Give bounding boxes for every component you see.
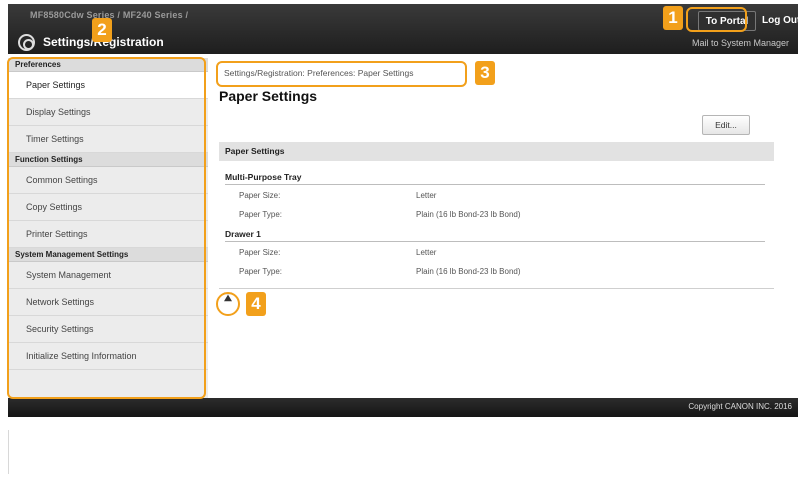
group-title-multi-purpose-tray: Multi-Purpose Tray	[225, 172, 302, 182]
content-divider	[219, 288, 774, 289]
paper-type-value: Plain (16 lb Bond-23 lb Bond)	[416, 267, 521, 276]
group-divider	[225, 241, 765, 242]
paper-size-value: Letter	[416, 248, 437, 257]
mail-to-system-manager-link[interactable]: Mail to System Manager	[692, 38, 789, 48]
group-title-drawer-1: Drawer 1	[225, 229, 261, 239]
copyright-text: Copyright CANON INC. 2016	[688, 402, 792, 411]
app-title-row: Settings/Registration	[18, 32, 164, 52]
callout-highlight-to-portal	[686, 7, 747, 32]
paper-size-label: Paper Size:	[239, 191, 281, 200]
group-divider	[225, 184, 765, 185]
callout-badge-3: 3	[475, 61, 495, 85]
paper-size-label: Paper Size:	[239, 248, 281, 257]
callout-badge-4: 4	[246, 292, 266, 316]
callout-badge-2: 2	[92, 18, 112, 42]
paper-type-label: Paper Type:	[239, 210, 282, 219]
section-header: Paper Settings	[219, 142, 774, 161]
paper-size-value: Letter	[416, 191, 437, 200]
paper-type-label: Paper Type:	[239, 267, 282, 276]
paper-type-value: Plain (16 lb Bond-23 lb Bond)	[416, 210, 521, 219]
logout-link[interactable]: Log Out	[762, 15, 798, 26]
settings-gear-icon	[18, 33, 35, 51]
callout-highlight-breadcrumb	[216, 61, 467, 87]
edit-button[interactable]: Edit...	[702, 115, 750, 135]
page-title: Paper Settings	[219, 88, 318, 104]
page-edge-line	[8, 430, 9, 474]
callout-badge-1: 1	[663, 6, 683, 30]
callout-highlight-top-icon	[216, 292, 240, 316]
callout-highlight-menu	[7, 57, 206, 399]
footer-bar: Copyright CANON INC. 2016	[8, 398, 798, 417]
